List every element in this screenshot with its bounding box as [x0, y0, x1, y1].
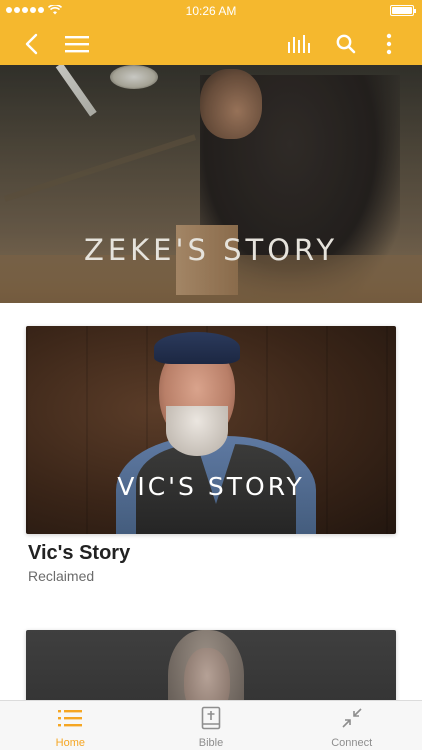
hero-banner[interactable]: ZEKE'S STORY	[0, 65, 422, 303]
audio-icon[interactable]	[284, 22, 314, 65]
tab-connect[interactable]: Connect	[281, 701, 422, 750]
app-bar	[0, 22, 422, 65]
hero-title: ZEKE'S STORY	[83, 233, 339, 267]
tab-home[interactable]: Home	[0, 701, 141, 750]
connect-icon	[339, 705, 365, 731]
back-icon[interactable]	[18, 22, 44, 65]
bible-icon	[198, 705, 224, 731]
tab-bar: Home Bible Connect	[0, 700, 422, 750]
status-bar: 10:26 AM	[0, 0, 422, 22]
more-vertical-icon[interactable]	[376, 22, 402, 65]
hero-overlay	[0, 65, 422, 303]
tab-label: Connect	[331, 737, 373, 749]
card-title[interactable]: Vic's Story	[28, 542, 130, 565]
menu-icon[interactable]	[62, 22, 92, 65]
battery-icon	[390, 5, 416, 16]
card-subtitle: Reclaimed	[28, 568, 95, 584]
wifi-icon	[48, 5, 62, 15]
signal-icon	[6, 7, 44, 13]
card-image-detail	[154, 332, 240, 364]
card-overlay-title: VIC'S STORY	[117, 472, 305, 501]
tab-label: Bible	[198, 737, 224, 749]
tab-label: Home	[55, 737, 85, 749]
list-icon	[57, 705, 83, 731]
search-icon[interactable]	[332, 22, 360, 65]
status-time: 10:26 AM	[185, 4, 237, 18]
tab-bible[interactable]: Bible	[141, 701, 282, 750]
story-card-image[interactable]: VIC'S STORY	[26, 326, 396, 534]
card-image-detail	[166, 406, 228, 456]
status-signal-group	[6, 5, 62, 15]
